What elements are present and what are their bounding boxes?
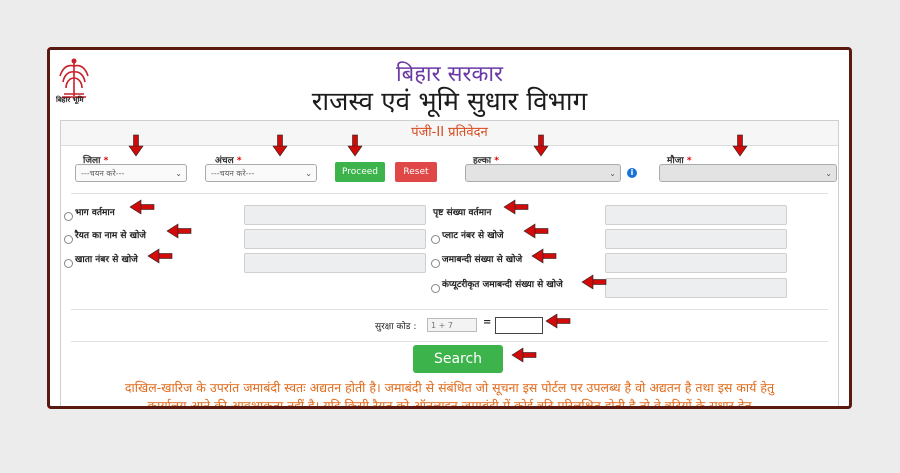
info-icon[interactable]: i — [627, 168, 637, 178]
chevron-down-icon: ⌄ — [825, 169, 832, 178]
district-select[interactable]: ---चयन करे--- ⌄ — [75, 164, 187, 182]
prishth-input[interactable] — [605, 205, 787, 225]
section-divider — [71, 193, 828, 194]
radio-khata-no-label: खाता नंबर से खोजे — [75, 255, 138, 265]
raiyat-name-input[interactable] — [244, 229, 426, 249]
circle-select-value: ---चयन करे--- — [211, 169, 255, 178]
section-divider — [71, 309, 828, 310]
radio-plot-no-label: प्लाट नंबर से खोजे — [442, 231, 504, 241]
captcha-equals: = — [483, 317, 492, 328]
captcha-label: सुरक्षा कोड : — [375, 322, 417, 332]
site-header: बिहार भूमि बिहार सरकार राजस्व एवं भूमि स… — [50, 50, 849, 118]
search-button[interactable]: Search — [413, 345, 503, 373]
mauja-select[interactable]: ⌄ — [659, 164, 837, 182]
district-select-value: ---चयन करे--- — [81, 169, 125, 178]
circle-select[interactable]: ---चयन करे--- ⌄ — [205, 164, 317, 182]
bhag-input[interactable] — [244, 205, 426, 225]
reset-button[interactable]: Reset — [395, 162, 437, 182]
computerized-jamabandi-input[interactable] — [605, 278, 787, 298]
radio-raiyat-name[interactable] — [64, 235, 73, 244]
radio-computerized-jamabandi[interactable] — [431, 284, 440, 293]
section-divider — [71, 341, 828, 342]
khata-no-input[interactable] — [244, 253, 426, 273]
radio-raiyat-name-label: रैयत का नाम से खोजे — [75, 231, 146, 241]
chevron-down-icon: ⌄ — [305, 169, 312, 178]
register-form-panel: पंजी-II प्रतिवेदन जिला * ---चयन करे--- ⌄… — [60, 120, 839, 409]
notice-line-2: कार्यालय आने की आवश्यकता नहीं है। यदि कि… — [147, 398, 752, 409]
department-title: राजस्व एवं भूमि सुधार विभाग — [311, 87, 588, 117]
radio-bhag-label: भाग वर्तमान — [75, 208, 115, 218]
captcha-question: 1 + 7 — [427, 318, 477, 332]
jamabandi-no-input[interactable] — [605, 253, 787, 273]
browser-frame: बिहार भूमि बिहार सरकार राजस्व एवं भूमि स… — [47, 47, 852, 409]
chevron-down-icon: ⌄ — [609, 169, 616, 178]
radio-khata-no[interactable] — [64, 259, 73, 268]
prishth-label: पृष्ट संख्या वर्तमान — [433, 208, 492, 218]
radio-plot-no[interactable] — [431, 235, 440, 244]
radio-jamabandi-no[interactable] — [431, 259, 440, 268]
notice-line-1: दाखिल-खारिज के उपरांत जमाबंदी स्वतः अद्य… — [124, 380, 775, 395]
radio-bhag[interactable] — [64, 212, 73, 221]
chevron-down-icon: ⌄ — [175, 169, 182, 178]
halka-select[interactable]: ⌄ — [465, 164, 621, 182]
form-heading: पंजी-II प्रतिवेदन — [61, 121, 838, 146]
form-heading-text: पंजी-II प्रतिवेदन — [411, 125, 488, 140]
notice-text: दाखिल-खारिज के उपरांत जमाबंदी स्वतः अद्य… — [61, 379, 838, 409]
proceed-button[interactable]: Proceed — [335, 162, 385, 182]
radio-computerized-jamabandi-label: कंप्यूटरीकृत जमाबन्दी संख्या से खोजे — [442, 280, 563, 290]
captcha-answer-input[interactable] — [495, 317, 543, 334]
plot-no-input[interactable] — [605, 229, 787, 249]
radio-jamabandi-no-label: जमाबन्दी संख्या से खोजे — [442, 255, 523, 265]
